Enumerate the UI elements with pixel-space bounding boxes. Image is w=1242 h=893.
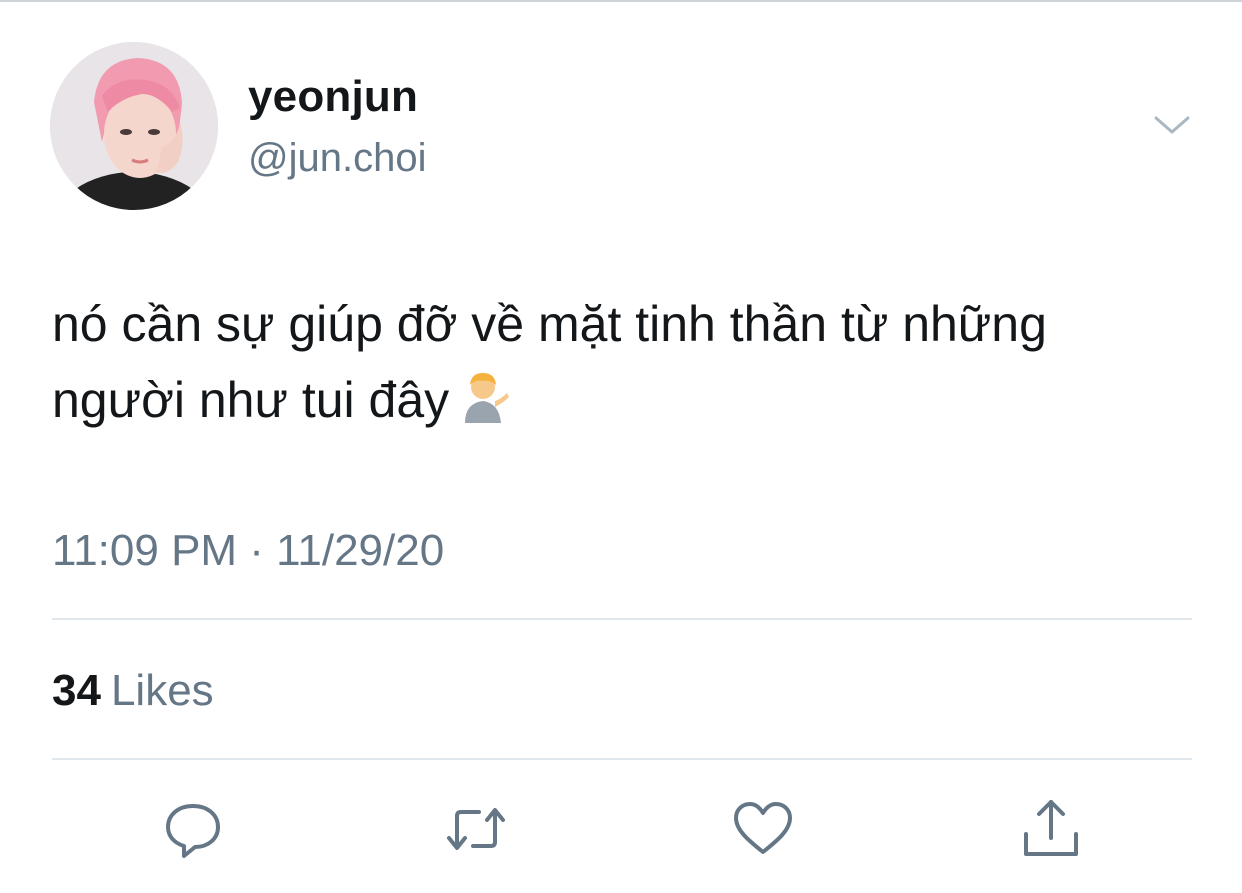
timestamp[interactable]: 11:09 PM · 11/29/20 <box>52 526 444 576</box>
person-tipping-hand-icon <box>455 367 511 423</box>
tweet-text: nó cần sự giúp đỡ về mặt tinh thần từ nh… <box>52 286 1192 438</box>
retweet-button[interactable] <box>441 794 511 864</box>
avatar-image <box>50 42 218 210</box>
chevron-down-icon[interactable] <box>1150 110 1194 140</box>
likes-row[interactable]: 34 Likes <box>52 666 214 716</box>
speech-bubble-icon <box>166 804 220 858</box>
share-button[interactable] <box>1016 794 1086 864</box>
retweet-icon <box>447 808 505 850</box>
display-name[interactable]: yeonjun <box>248 72 418 122</box>
tweet-text-body: nó cần sự giúp đỡ về mặt tinh thần từ nh… <box>52 296 1061 428</box>
divider <box>52 618 1192 620</box>
like-button[interactable] <box>728 794 798 864</box>
avatar[interactable] <box>50 42 218 210</box>
tweet-card: yeonjun @jun.choi nó cần sự giúp đỡ về m… <box>0 0 1242 893</box>
likes-label: Likes <box>110 666 214 715</box>
heart-icon <box>734 802 792 854</box>
user-handle[interactable]: @jun.choi <box>248 136 426 181</box>
divider <box>52 758 1192 760</box>
share-icon <box>1024 800 1078 856</box>
likes-count: 34 <box>52 666 101 715</box>
reply-button[interactable] <box>158 794 228 864</box>
